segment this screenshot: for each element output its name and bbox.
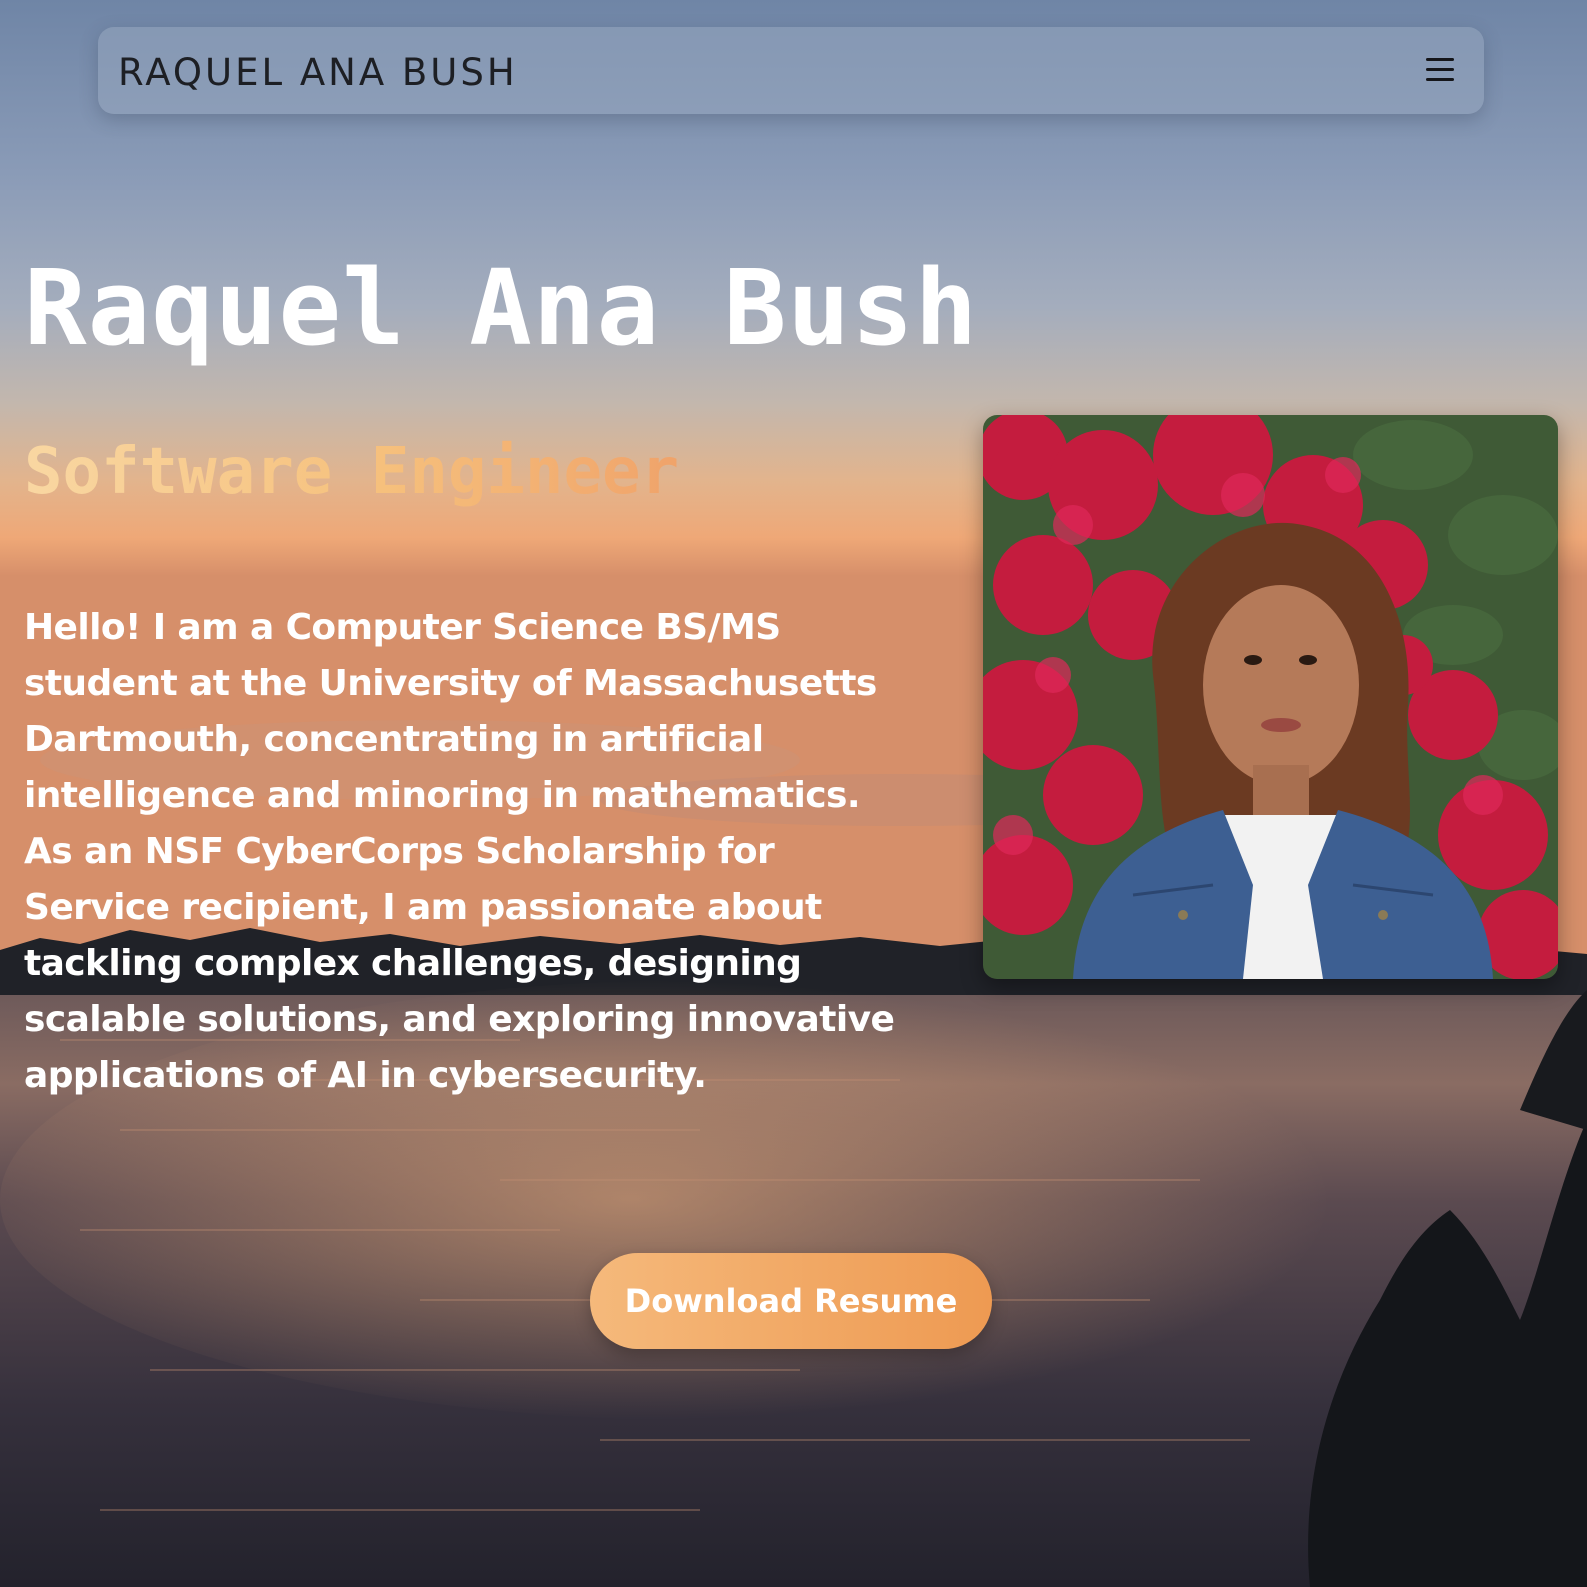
profile-photo: [983, 415, 1558, 979]
hero-role: Software Engineer: [24, 432, 679, 512]
hero-bio: Hello! I am a Computer Science BS/MS stu…: [24, 607, 895, 1096]
menu-bar: [1426, 68, 1454, 71]
menu-bar: [1426, 58, 1454, 61]
brand-logo[interactable]: RAQUEL ANA BUSH: [118, 51, 518, 94]
download-resume-button[interactable]: Download Resume: [590, 1253, 992, 1349]
navbar: RAQUEL ANA BUSH: [98, 27, 1484, 114]
hamburger-menu-icon[interactable]: [1424, 55, 1456, 85]
hero-name: Raquel Ana Bush: [24, 247, 979, 369]
menu-bar: [1426, 78, 1454, 81]
